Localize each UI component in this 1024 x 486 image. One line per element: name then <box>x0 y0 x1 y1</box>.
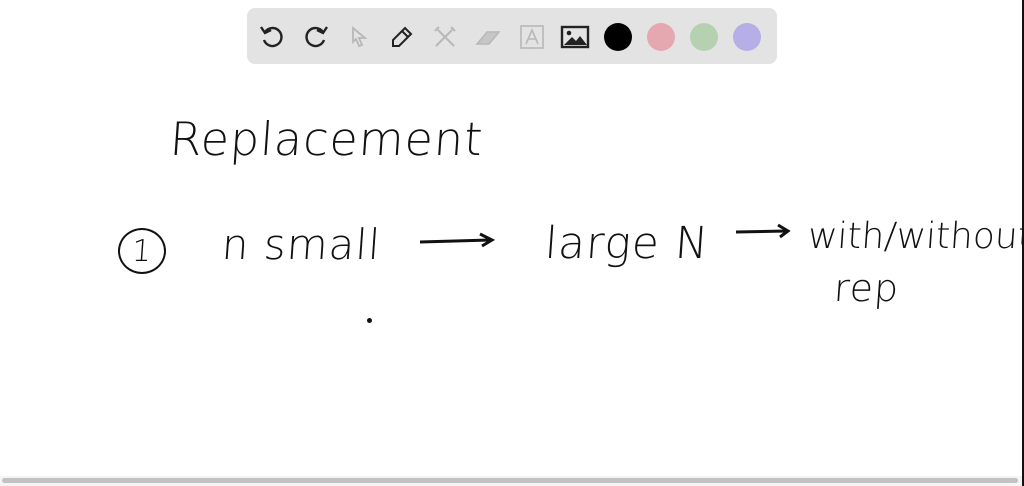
text-icon[interactable] <box>517 22 547 52</box>
handwritten-title: Replacement <box>168 112 486 166</box>
color-purple-swatch[interactable] <box>733 23 761 51</box>
handwritten-phrase-with-without: with/without <box>806 216 1024 257</box>
select-icon[interactable] <box>344 22 374 52</box>
eraser-icon[interactable] <box>473 22 503 52</box>
arrow-icon <box>419 232 496 248</box>
redo-icon[interactable] <box>301 22 331 52</box>
handwritten-phrase-rep: rep <box>832 266 901 310</box>
handwritten-phrase-large-n: large N <box>543 218 711 269</box>
color-pink-swatch[interactable] <box>647 23 675 51</box>
image-icon[interactable] <box>560 22 590 52</box>
pen-icon[interactable] <box>387 22 417 52</box>
tools-icon[interactable] <box>430 22 460 52</box>
handwritten-phrase-n-small: n small <box>220 220 383 269</box>
horizontal-scrollbar[interactable] <box>0 476 1022 486</box>
scrollbar-thumb[interactable] <box>2 478 1018 483</box>
color-black-swatch[interactable] <box>604 23 632 51</box>
color-green-swatch[interactable] <box>690 23 718 51</box>
ink-dot <box>367 318 372 323</box>
item-number: 1 <box>130 233 154 269</box>
whiteboard-canvas[interactable]: Replacement 1 n small large N with/witho… <box>0 70 1024 475</box>
item-number-circle: 1 <box>118 228 166 274</box>
arrow-icon <box>735 223 791 239</box>
drawing-toolbar <box>247 8 777 64</box>
undo-icon[interactable] <box>257 22 287 52</box>
